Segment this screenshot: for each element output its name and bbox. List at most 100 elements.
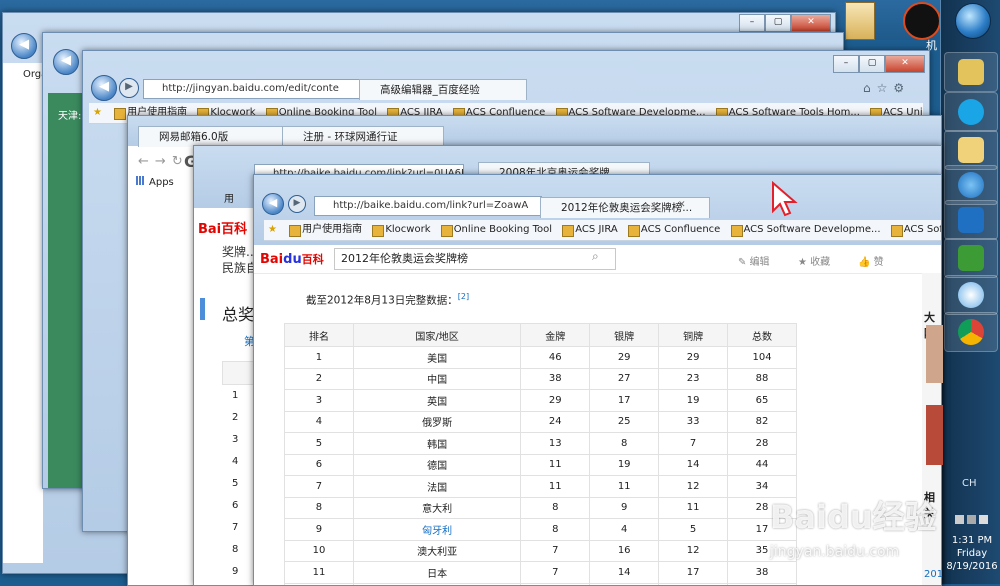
taskbar-folder-button[interactable] (944, 52, 998, 92)
table-cell[interactable]: 匈牙利 (352, 518, 522, 541)
speaker-icon[interactable] (978, 515, 988, 524)
sidebar-link[interactable]: 201 (924, 569, 943, 580)
table-cell: 3 (284, 389, 354, 412)
taskbar-skype-button[interactable] (944, 92, 998, 132)
data-note: 截至2012年8月13日完整数据：[2] (306, 292, 469, 308)
table-cell: 12 (284, 582, 354, 585)
table-cell: 日本 (352, 561, 522, 584)
tools-icon (958, 245, 984, 271)
table-cell: 5 (658, 518, 729, 541)
table-cell: 7 (520, 561, 591, 584)
note-text: 截至2012年8月13日完整数据： (306, 294, 458, 307)
table-row: 3 英国 29 17 19 65 (284, 389, 797, 412)
table-cell[interactable]: 哈萨克斯坦 (352, 582, 522, 585)
table-cell: 8 (284, 496, 354, 519)
address-bar[interactable]: http://baike.baidu.com/link?url=ZoawA (314, 196, 542, 216)
logo-text: Bai (198, 222, 222, 237)
fav-link[interactable]: ACS Confluence (627, 220, 720, 240)
search-input[interactable]: 2012年伦敦奥运会奖牌榜 (334, 248, 616, 270)
table-header-cell: 总数 (727, 323, 797, 347)
maximize-button[interactable]: ▢ (765, 14, 791, 32)
language-indicator[interactable]: CH (962, 478, 977, 489)
table-cell: 5 (658, 582, 729, 585)
sidebar-photo[interactable] (926, 405, 943, 465)
fav-link[interactable]: 用 (224, 190, 234, 205)
table-header-cell: 银牌 (589, 323, 660, 347)
start-button[interactable] (955, 3, 991, 39)
tab-huanqiu-register[interactable]: 注册 - 环球网通行证 (282, 126, 444, 147)
forward-button[interactable]: ▶ (288, 195, 306, 213)
citation-link[interactable]: [2] (458, 292, 469, 301)
sidebar-photo[interactable] (926, 325, 943, 383)
desktop-file-icon[interactable] (845, 2, 875, 40)
apps-grid-icon (136, 176, 145, 185)
collect-button[interactable]: ★ 收藏 (798, 253, 830, 268)
fav-link[interactable]: Online Booking Tool (440, 220, 552, 240)
back-button[interactable]: ◀ (262, 193, 284, 215)
network-icon[interactable] (954, 515, 964, 524)
table-cell: 11 (520, 475, 591, 498)
edit-label: 编辑 (749, 257, 770, 268)
edit-button[interactable]: ✎ 编辑 (738, 253, 770, 268)
flag-icon[interactable] (966, 515, 976, 524)
table-cell: 11 (658, 496, 729, 519)
apps-shortcut[interactable]: Apps (136, 176, 174, 188)
taskbar-tools-button[interactable] (944, 238, 998, 278)
table-cell: 19 (658, 389, 729, 412)
home-icon[interactable]: ⌂ (863, 81, 877, 95)
taskbar-clock[interactable]: 1:31 PM Friday 8/19/2016 (945, 534, 999, 573)
table-cell: 12 (658, 539, 729, 562)
table-cell: 9 (589, 496, 660, 519)
back-button[interactable]: ◀ (53, 49, 79, 75)
close-button[interactable]: ✕ (885, 55, 925, 73)
baidu-logo[interactable]: Baidu百科 (260, 251, 324, 267)
search-icon[interactable]: ⌕ (592, 249, 599, 264)
table-cell: 4 (284, 410, 354, 433)
table-cell: 韩国 (352, 432, 522, 455)
taskbar-outlook-button[interactable] (944, 200, 998, 240)
minimize-button[interactable]: – (739, 14, 765, 32)
table-cell: 11 (520, 453, 591, 476)
taskbar-chrome-button[interactable] (944, 312, 998, 352)
table-cell: 29 (658, 346, 729, 369)
medal-table: 排名 国家/地区 金牌 银牌 铜牌 总数 1 美国 46 29 29 104 2 中国 38 27 23 88 3… (284, 323, 797, 585)
tab-close-icon[interactable]: ✕ (678, 200, 686, 210)
back-button[interactable]: ◀ (11, 33, 37, 59)
address-bar[interactable]: http://jingyan.baidu.com/edit/conte (143, 79, 367, 99)
favorites-star-icon[interactable]: ★ (93, 107, 102, 118)
like-button[interactable]: 👍 赞 (858, 253, 884, 268)
table-cell: 65 (727, 389, 797, 412)
avatar-icon[interactable] (903, 2, 941, 40)
forward-button[interactable]: ▶ (119, 78, 139, 98)
back-button[interactable]: ◀ (91, 75, 117, 101)
taskbar-ie-button[interactable] (944, 165, 998, 205)
back-arrow-icon[interactable]: ← (138, 154, 155, 169)
toolbar-icons: ⌂☆⚙ (863, 81, 910, 95)
table-cell: 16 (589, 539, 660, 562)
gear-icon[interactable]: ⚙ (893, 81, 910, 95)
tab-jingyan-editor[interactable]: 高级编辑器_百度经验 (359, 79, 527, 100)
organize-menu[interactable]: Orga (3, 63, 47, 80)
minimize-button[interactable]: – (833, 55, 859, 73)
table-cell: 38 (520, 367, 591, 390)
mouse-cursor-icon (772, 181, 798, 217)
fav-link[interactable]: Klocwork (371, 220, 431, 240)
fav-link[interactable]: ACS Software Developme... (730, 220, 881, 240)
maximize-button[interactable]: ▢ (859, 55, 885, 73)
table-cell: 23 (658, 367, 729, 390)
taskbar-explorer-button[interactable] (944, 130, 998, 170)
star-icon[interactable]: ☆ (877, 81, 894, 95)
taskbar-satellite-button[interactable] (944, 275, 998, 315)
scroll-fragment (258, 273, 268, 279)
close-button[interactable]: ✕ (791, 14, 831, 32)
forward-arrow-icon[interactable]: → (155, 154, 172, 169)
search-value: 2012年伦敦奥运会奖牌榜 (341, 252, 468, 265)
favorites-star-icon[interactable]: ★ (268, 224, 277, 235)
fav-link[interactable]: ACS JIRA (561, 220, 618, 240)
tab-netease-mail[interactable]: 网易邮箱6.0版 (138, 126, 298, 147)
table-cell: 意大利 (352, 496, 522, 519)
table-cell: 澳大利亚 (352, 539, 522, 562)
fav-link[interactable]: ACS Software Tools Hom... (890, 220, 941, 240)
fav-link[interactable]: 用户使用指南 (288, 220, 362, 240)
explorer-nav-pane: Orga (3, 63, 47, 563)
